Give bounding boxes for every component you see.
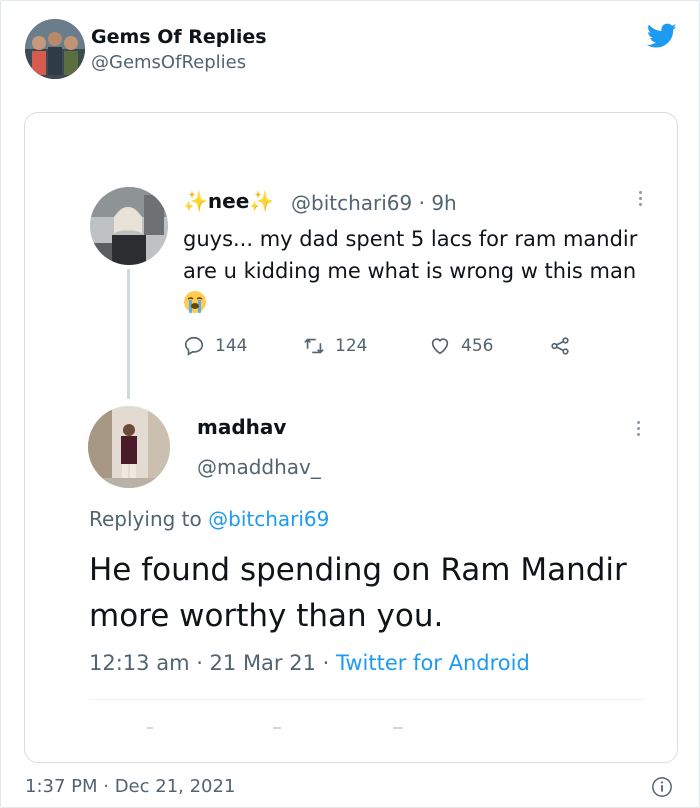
retweet-button[interactable]: 124 [303, 335, 367, 357]
original-tweet-text-content: guys... my dad spent 5 lacs for ram mand… [183, 227, 638, 283]
original-tweet-avatar-image [90, 187, 168, 265]
reply-tweet-avatar[interactable] [88, 406, 170, 488]
faded-action-mark [147, 727, 153, 729]
tweet-card: Gems Of Replies @GemsOfReplies ✨nee✨ @bi… [0, 0, 700, 808]
original-tweet-avatar[interactable] [90, 187, 168, 265]
tweet-timestamp[interactable]: 1:37 PM · Dec 21, 2021 [25, 776, 235, 797]
reply-tweet-timestamp[interactable]: 12:13 am · 21 Mar 21 · [89, 651, 336, 675]
like-button[interactable]: 456 [429, 335, 493, 357]
sparkle-emoji: ✨ [183, 189, 208, 213]
sparkle-emoji: ✨ [249, 189, 275, 213]
divider [89, 699, 645, 700]
like-count: 456 [461, 336, 494, 356]
info-icon[interactable] [651, 776, 673, 798]
reply-tweet-handle[interactable]: @maddhav_ [197, 455, 321, 479]
author-avatar[interactable] [25, 19, 85, 79]
faded-action-mark [273, 727, 281, 729]
more-options-icon[interactable] [633, 421, 643, 443]
original-tweet-meta[interactable]: @bitchari69 · 9h [291, 191, 457, 215]
original-tweet-text: guys... my dad spent 5 lacs for ram mand… [183, 223, 653, 319]
more-options-icon[interactable] [635, 191, 645, 213]
loudly-crying-face-icon [184, 291, 206, 313]
author-handle[interactable]: @GemsOfReplies [91, 52, 246, 73]
reply-icon [184, 336, 204, 356]
reply-button[interactable]: 144 [183, 335, 247, 357]
replying-to-mention[interactable]: @bitchari69 [208, 507, 329, 531]
author-name[interactable]: Gems Of Replies [91, 26, 267, 48]
share-button[interactable] [549, 335, 571, 357]
reply-tweet-meta: 12:13 am · 21 Mar 21 · Twitter for Andro… [89, 651, 530, 675]
retweet-count: 124 [335, 336, 368, 356]
replying-to: Replying to @bitchari69 [89, 507, 329, 531]
reply-tweet-avatar-image [88, 406, 170, 488]
reply-tweet-source[interactable]: Twitter for Android [336, 651, 530, 675]
faded-action-mark [393, 727, 403, 729]
twitter-bird-icon[interactable] [647, 23, 677, 49]
author-avatar-image [25, 19, 85, 79]
original-tweet-name[interactable]: ✨nee✨ [183, 189, 274, 213]
reply-count: 144 [215, 336, 248, 356]
reply-tweet-text: He found spending on Ram Mandir more wor… [89, 552, 627, 634]
share-icon [551, 337, 569, 355]
heart-icon [431, 338, 449, 355]
original-tweet-name-text: nee [207, 189, 250, 213]
replying-to-label: Replying to [89, 507, 202, 531]
reply-tweet-name[interactable]: madhav [197, 415, 286, 439]
tweet-actions: 144 124 456 [183, 335, 603, 361]
thread-connector [127, 269, 130, 399]
tweet-header: Gems Of Replies @GemsOfReplies [25, 19, 677, 81]
retweet-icon [304, 338, 324, 354]
